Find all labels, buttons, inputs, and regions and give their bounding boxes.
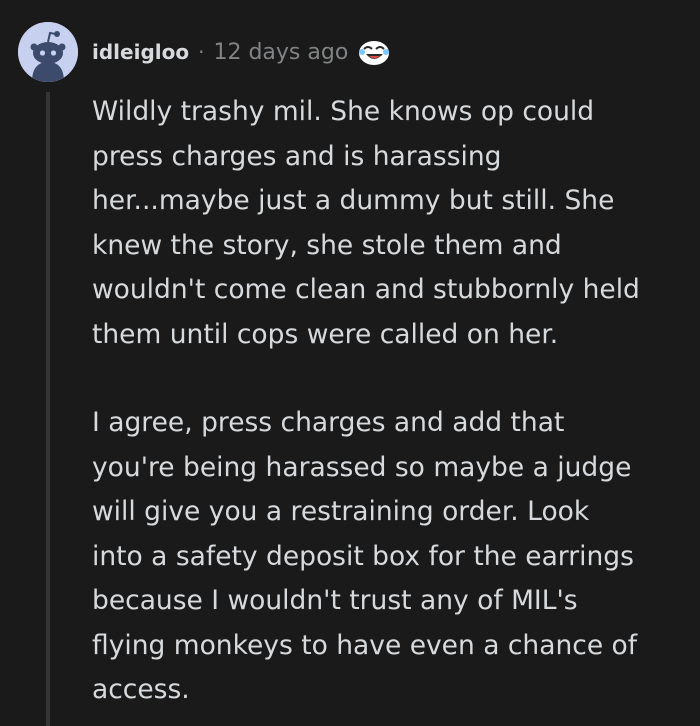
comment-author[interactable]: idleigloo (92, 40, 189, 64)
snoo-avatar-icon (18, 22, 78, 82)
comment-paragraph-1: Wildly trashy mil. She knows op could pr… (92, 96, 640, 350)
comment-header: idleigloo · 12 days ago (92, 34, 392, 70)
comment-body: Wildly trashy mil. She knows op could pr… (92, 90, 682, 713)
laughing-face-award-icon[interactable] (356, 34, 392, 70)
comment: idleigloo · 12 days ago Wildly trashy mi… (0, 0, 700, 726)
thread-collapse-line[interactable] (46, 92, 50, 726)
comment-paragraph-2: I agree, press charges and add that you'… (92, 407, 638, 705)
meta-separator: · (198, 40, 205, 64)
comment-timestamp[interactable]: 12 days ago (213, 40, 348, 65)
user-avatar[interactable] (18, 22, 78, 82)
